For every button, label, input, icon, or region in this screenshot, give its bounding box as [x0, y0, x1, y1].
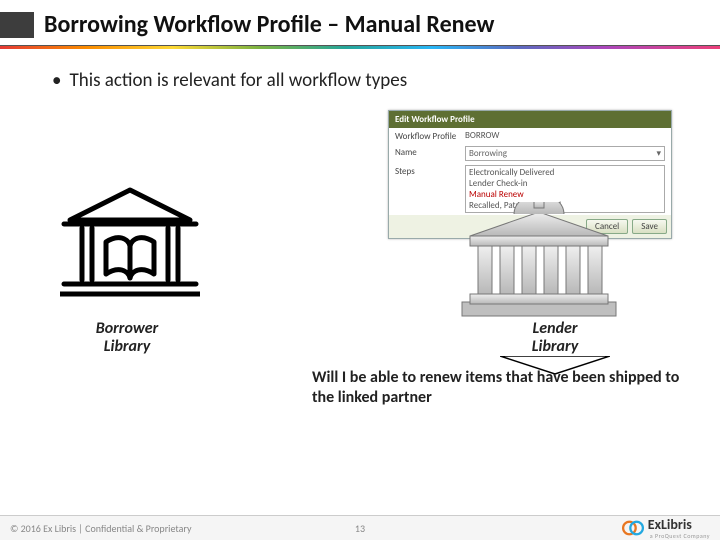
- label-steps: Steps: [395, 165, 465, 177]
- label-workflow-profile: Workflow Profile: [395, 130, 465, 142]
- question-text: Will I be able to renew items that have …: [312, 368, 682, 408]
- borrower-caption: Borrower Library: [72, 320, 182, 356]
- name-select[interactable]: Borrowing ▾: [465, 146, 665, 161]
- brand-logo-icon: [622, 519, 644, 537]
- bullet-glyph: •: [52, 69, 61, 92]
- save-button[interactable]: Save: [632, 219, 667, 234]
- brand-name: ExLibris: [648, 516, 710, 533]
- slide-title: Borrowing Workflow Profile – Manual Rene…: [44, 10, 494, 39]
- lender-library-icon: [454, 202, 624, 322]
- page-number: 13: [355, 522, 365, 535]
- value-workflow-profile: BORROW: [465, 130, 665, 141]
- lender-caption-line2: Library: [532, 337, 578, 356]
- footer-copyright: © 2016 Ex Libris | Confidential & Propri…: [10, 522, 191, 535]
- title-accent-block: [0, 12, 34, 38]
- bullet-text: This action is relevant for all workflow…: [69, 69, 407, 92]
- brand-subtitle: a ProQuest Company: [648, 533, 710, 540]
- borrower-caption-line2: Library: [104, 337, 150, 356]
- brand-block: ExLibris a ProQuest Company: [622, 516, 710, 540]
- chevron-down-icon: ▾: [656, 147, 661, 160]
- borrower-library-icon: [60, 182, 200, 302]
- lender-caption: Lender Library: [500, 320, 610, 356]
- name-select-value: Borrowing: [469, 147, 507, 160]
- step-item: Electronically Delivered: [469, 167, 661, 178]
- bullet-item: • This action is relevant for all workflo…: [52, 69, 684, 92]
- step-item-highlighted: Manual Renew: [469, 189, 661, 200]
- label-name: Name: [395, 146, 465, 158]
- lender-caption-line1: Lender: [533, 319, 578, 338]
- borrower-caption-line1: Borrower: [96, 319, 158, 338]
- step-item: Lender Check-in: [469, 178, 661, 189]
- panel-header: Edit Workflow Profile: [389, 111, 671, 128]
